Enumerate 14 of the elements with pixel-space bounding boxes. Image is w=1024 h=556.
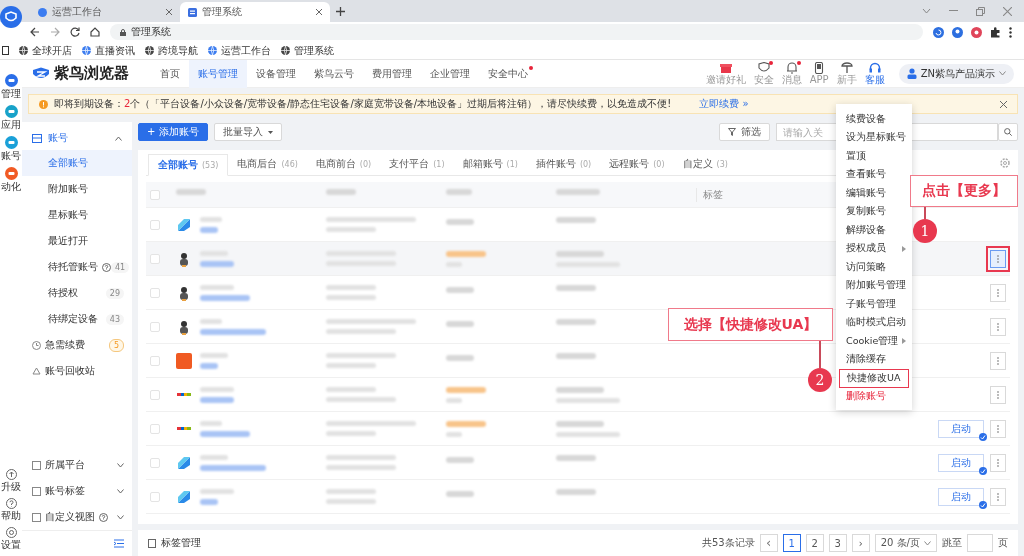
page-label: 页 [998,536,1008,550]
count-badge: 29 [105,287,124,299]
notice-text: 即将到期设备：2个（「平台设备/小众设备/宽带设备/静态住宅设备/家庭宽带设备/本地设备」过期后将注销），请尽快续费，以免造成不便! [54,97,672,111]
logo-text: 紫鸟浏览器 [54,64,129,83]
count-badge: 43 [105,313,124,325]
count-badge: 41 [111,261,130,273]
jump-label: 跳至 [942,536,962,550]
count-badge: 5 [108,338,124,352]
callout-label: 选择【快捷修改UA】 [668,308,833,341]
tab-title: 管理系统 [202,5,243,19]
record-count: 共53条记录 [702,536,755,550]
tab-title: 运营工作台 [52,5,103,19]
column-header: 标签 [703,188,723,200]
callout-label: 点击【更多】 [910,175,1018,207]
